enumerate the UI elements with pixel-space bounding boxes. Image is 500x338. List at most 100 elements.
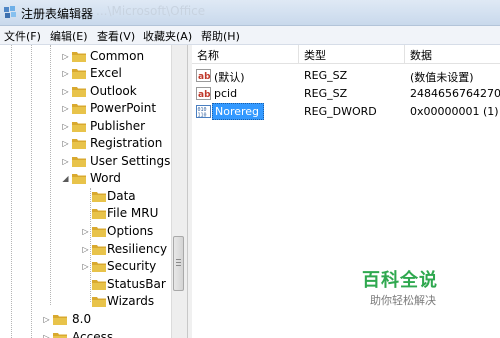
menu-edit[interactable]: 编辑(E) xyxy=(50,28,88,44)
tree-item-label: PowerPoint xyxy=(90,101,157,115)
folder-icon xyxy=(92,297,106,307)
tree-item[interactable]: ▷ Outlook xyxy=(0,83,170,100)
tree-item-label: Common xyxy=(90,49,145,63)
tree-item[interactable]: ▷ User Settings xyxy=(0,153,170,170)
expand-arrow-icon[interactable]: ▷ xyxy=(42,333,51,338)
expand-arrow-icon[interactable]: ▷ xyxy=(42,315,51,324)
value-type: REG_SZ xyxy=(304,69,348,82)
column-header-name[interactable]: 名称 xyxy=(192,45,299,64)
value-data: 0x00000001 (1) xyxy=(410,105,499,118)
tree-item-label: Publisher xyxy=(90,119,146,133)
tree-item-label: Data xyxy=(107,189,136,203)
folder-icon xyxy=(92,227,106,237)
expand-arrow-icon[interactable]: ▷ xyxy=(81,227,90,236)
selected-value-name[interactable]: Norereg xyxy=(212,103,265,120)
svg-text:ab: ab xyxy=(198,72,211,82)
tree-item[interactable]: Wizards xyxy=(0,293,170,310)
tree-item[interactable]: ▷ Registration xyxy=(0,135,170,152)
collapse-arrow-icon[interactable]: ◢ xyxy=(61,174,70,183)
watermark-logo: 百科全说 xyxy=(362,270,438,291)
folder-icon xyxy=(72,69,86,79)
expand-arrow-icon[interactable]: ▷ xyxy=(61,69,70,78)
value-row-selected[interactable]: 010 110 Norereg REG_DWORD 0x00000001 (1) xyxy=(192,103,500,121)
expand-arrow-icon[interactable]: ▷ xyxy=(61,104,70,113)
tree-item-label: Outlook xyxy=(90,84,137,98)
scroll-grip xyxy=(176,262,181,263)
tree-item-label: Registration xyxy=(90,136,163,150)
menu-bar: 文件(F) 编辑(E) 查看(V) 收藏夹(A) 帮助(H) xyxy=(0,26,500,45)
tree-item-label: 8.0 xyxy=(72,312,92,326)
tree-item-label: Excel xyxy=(90,66,122,80)
tree-item[interactable]: StatusBar xyxy=(0,276,170,293)
expand-arrow-icon[interactable]: ▷ xyxy=(61,157,70,166)
menu-help[interactable]: 帮助(H) xyxy=(201,28,240,44)
folder-icon xyxy=(92,262,106,272)
value-name: (默认) xyxy=(214,71,245,84)
menu-file[interactable]: 文件(F) xyxy=(4,28,41,44)
folder-icon xyxy=(72,87,86,97)
tree-item[interactable]: File MRU xyxy=(0,205,170,222)
folder-icon xyxy=(92,192,106,202)
tree-item[interactable]: ◢ Word xyxy=(0,170,170,187)
tree-item-label: Access xyxy=(72,330,114,338)
expand-arrow-icon[interactable]: ▷ xyxy=(61,122,70,131)
tree-item[interactable]: ▷ Excel xyxy=(0,65,170,82)
expand-arrow-icon[interactable]: ▷ xyxy=(81,262,90,271)
folder-icon xyxy=(72,52,86,62)
registry-tree[interactable]: ▷ Common ▷ Excel ▷ Outlook ▷ PowerPoint ▷ Publish… xyxy=(0,45,186,338)
tree-item[interactable]: ▷ Security xyxy=(0,258,170,275)
tree-item[interactable]: ▷ Publisher xyxy=(0,118,170,135)
title-bar: 注册表编辑器 ...\Microsoft\Office xyxy=(0,0,500,26)
tree-scrollbar-thumb[interactable] xyxy=(173,236,184,291)
svg-text:ab: ab xyxy=(198,90,211,100)
tree-item-label: Wizards xyxy=(107,294,155,308)
menu-favorites[interactable]: 收藏夹(A) xyxy=(143,28,192,44)
string-value-icon: ab xyxy=(196,69,211,82)
tree-item[interactable]: Data xyxy=(0,188,170,205)
tree-item[interactable]: ▷ Access xyxy=(0,329,170,338)
tree-item[interactable]: ▷ Common xyxy=(0,48,170,65)
column-header-data[interactable]: 数据 xyxy=(405,45,500,64)
window-title: 注册表编辑器 xyxy=(21,7,94,21)
folder-icon xyxy=(72,139,86,149)
folder-icon xyxy=(92,280,106,290)
folder-icon xyxy=(72,104,86,114)
tree-scrollbar[interactable] xyxy=(171,45,187,338)
tree-item[interactable]: ▷ Options xyxy=(0,223,170,240)
tree-item-label: Options xyxy=(107,224,154,238)
value-row[interactable]: ab (默认) REG_SZ (数值未设置) xyxy=(192,67,500,85)
folder-icon xyxy=(92,209,106,219)
tree-item-label: StatusBar xyxy=(107,277,166,291)
expand-arrow-icon[interactable]: ▷ xyxy=(61,139,70,148)
folder-icon xyxy=(53,333,67,338)
tree-item-label: User Settings xyxy=(90,154,171,168)
svg-text:110: 110 xyxy=(198,113,207,119)
string-value-icon: ab xyxy=(196,87,211,100)
expand-arrow-icon[interactable]: ▷ xyxy=(81,245,90,254)
regedit-icon xyxy=(4,6,16,18)
scroll-grip xyxy=(176,265,181,266)
dword-value-icon: 010 110 xyxy=(196,105,211,119)
menu-view[interactable]: 查看(V) xyxy=(97,28,135,44)
expand-arrow-icon[interactable]: ▷ xyxy=(61,87,70,96)
tree-item[interactable]: ▷ 8.0 xyxy=(0,311,170,328)
watermark-subtitle: 助你轻松解决 xyxy=(370,294,436,307)
folder-icon xyxy=(72,122,86,132)
values-list[interactable]: 名称 类型 数据 ab (默认) REG_SZ (数值未设置) ab pcid … xyxy=(192,45,500,338)
folder-icon xyxy=(53,315,67,325)
tree-item[interactable]: ▷ PowerPoint xyxy=(0,100,170,117)
folder-icon xyxy=(72,157,86,167)
column-header-type[interactable]: 类型 xyxy=(299,45,405,64)
scroll-grip xyxy=(176,259,181,260)
value-row[interactable]: ab pcid REG_SZ 248465676427064 xyxy=(192,85,500,103)
tree-item-label: Resiliency xyxy=(107,242,168,256)
ghost-path: ...\Microsoft\Office xyxy=(96,4,206,18)
value-name: pcid xyxy=(214,87,238,100)
tree-item-label: Word xyxy=(90,171,121,185)
folder-icon xyxy=(72,174,86,184)
value-type: REG_SZ xyxy=(304,87,348,100)
value-type: REG_DWORD xyxy=(304,105,377,118)
tree-item[interactable]: ▷ Resiliency xyxy=(0,241,170,258)
expand-arrow-icon[interactable]: ▷ xyxy=(61,52,70,61)
value-data: (数值未设置) xyxy=(410,71,474,84)
